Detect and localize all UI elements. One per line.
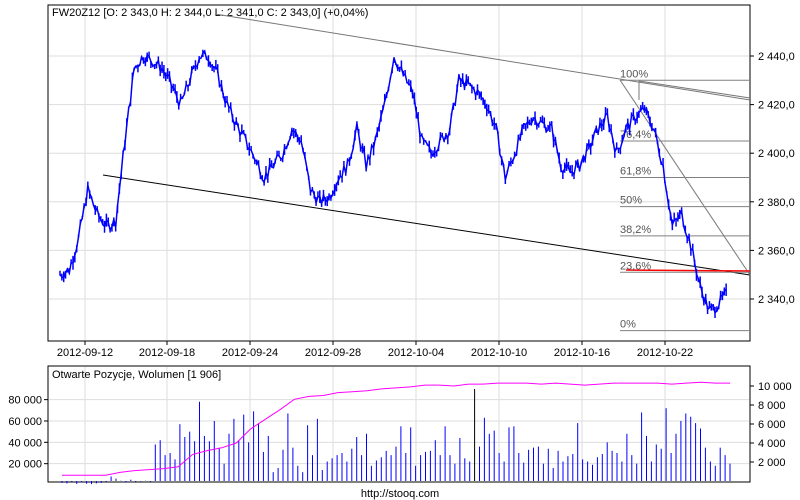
x-tick-label: 2012-09-12 [57, 347, 113, 359]
fib-level-label: 38,2% [620, 224, 651, 236]
x-tick-label: 2012-09-18 [139, 347, 195, 359]
fib-level-label: 100% [620, 68, 648, 80]
left-tick-label: 20 000 [8, 459, 42, 471]
right-tick-label: 6 000 [758, 419, 786, 431]
x-tick-label: 2012-09-28 [305, 347, 361, 359]
price-line [59, 49, 727, 315]
right-tick-label: 4 000 [758, 438, 786, 450]
y-tick-label: 2 360,0 [758, 245, 795, 257]
price-chart-title: FW20Z12 [O: 2 343,0 H: 2 344,0 L: 2 341,… [52, 7, 368, 19]
y-tick-label: 2 400,0 [758, 148, 795, 160]
fib-level-label: 23,6% [620, 260, 651, 272]
fib-level-label: 50% [620, 195, 642, 207]
y-tick-label: 2 440,0 [758, 51, 795, 63]
y-tick-label: 2 340,0 [758, 294, 795, 306]
y-tick-label: 2 420,0 [758, 100, 795, 112]
trend-line-upper [214, 13, 751, 101]
x-tick-label: 2012-10-16 [554, 347, 610, 359]
left-tick-label: 60 000 [8, 416, 42, 428]
right-tick-label: 8 000 [758, 400, 786, 412]
source-url[interactable]: http://stooq.com [361, 488, 439, 500]
y-tick-label: 2 380,0 [758, 197, 795, 209]
right-tick-label: 2 000 [758, 457, 786, 469]
right-tick-label: 10 000 [758, 381, 792, 393]
x-tick-label: 2012-09-24 [222, 347, 278, 359]
left-tick-label: 80 000 [8, 395, 42, 407]
fib-level-label: 0% [620, 319, 636, 331]
x-tick-label: 2012-10-22 [637, 347, 693, 359]
fib-level-label: 61,8% [620, 166, 651, 178]
volume-chart-title: Otwarte Pozycje, Wolumen [1 906] [52, 369, 221, 381]
stooq-chart: FW20Z12 [O: 2 343,0 H: 2 344,0 L: 2 341,… [0, 0, 800, 500]
x-tick-label: 2012-10-10 [471, 347, 527, 359]
trend-line-lower [102, 174, 751, 276]
x-tick-label: 2012-10-04 [388, 347, 444, 359]
chart-canvas: FW20Z12 [O: 2 343,0 H: 2 344,0 L: 2 341,… [8, 4, 795, 500]
fan-line [638, 80, 751, 99]
left-tick-label: 40 000 [8, 437, 42, 449]
